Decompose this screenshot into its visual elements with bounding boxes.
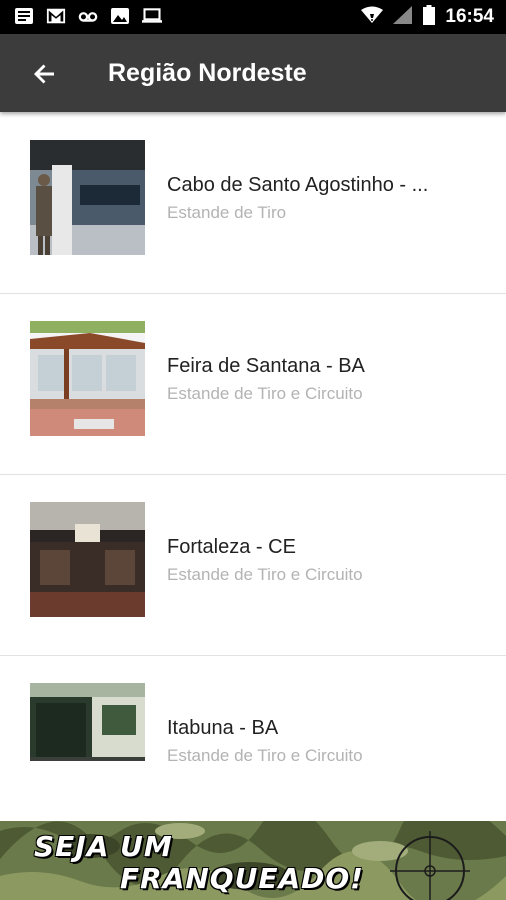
- location-thumbnail: [30, 683, 145, 761]
- list-item[interactable]: Cabo de Santo Agostinho - ... Estande de…: [0, 113, 506, 294]
- list-item[interactable]: Itabuna - BA Estande de Tiro e Circuito: [0, 656, 506, 761]
- laptop-icon: [142, 7, 162, 25]
- system-icons: 16:54: [361, 0, 494, 34]
- news-icon: [14, 7, 34, 25]
- location-subtitle: Estande de Tiro e Circuito: [167, 565, 363, 584]
- location-title: Feira de Santana - BA: [167, 355, 365, 377]
- banner-text: SEJA UM FRANQUEADO!: [34, 831, 364, 895]
- status-bar: 16:54: [0, 0, 506, 34]
- signal-icon: [393, 5, 413, 29]
- location-list[interactable]: Cabo de Santo Agostinho - ... Estande de…: [0, 113, 506, 761]
- location-subtitle: Estande de Tiro e Circuito: [167, 384, 363, 403]
- wifi-icon: [361, 6, 384, 29]
- location-title: Itabuna - BA: [167, 717, 279, 739]
- franchise-banner[interactable]: SEJA UM FRANQUEADO!: [0, 821, 506, 900]
- location-thumbnail: [30, 140, 145, 255]
- location-thumbnail: [30, 502, 145, 617]
- arrow-back-icon: [34, 64, 54, 84]
- clock: 16:54: [445, 6, 494, 27]
- location-thumbnail: [30, 321, 145, 436]
- page-title: Região Nordeste: [108, 59, 307, 87]
- battery-icon: [423, 4, 436, 30]
- notification-icons: [14, 7, 162, 25]
- location-subtitle: Estande de Tiro: [167, 203, 287, 222]
- location-subtitle: Estande de Tiro e Circuito: [167, 746, 363, 761]
- banner-line-1: SEJA UM: [34, 830, 173, 863]
- image-icon: [110, 7, 130, 25]
- app-bar: Região Nordeste: [0, 34, 506, 112]
- location-title: Cabo de Santo Agostinho - ...: [167, 174, 429, 196]
- banner-line-2: FRANQUEADO!: [120, 862, 364, 895]
- location-title: Fortaleza - CE: [167, 536, 296, 558]
- list-item[interactable]: Fortaleza - CE Estande de Tiro e Circuit…: [0, 475, 506, 656]
- gmail-icon: [46, 7, 66, 25]
- list-item[interactable]: Feira de Santana - BA Estande de Tiro e …: [0, 294, 506, 475]
- back-button[interactable]: [30, 59, 60, 89]
- voicemail-icon: [78, 7, 98, 25]
